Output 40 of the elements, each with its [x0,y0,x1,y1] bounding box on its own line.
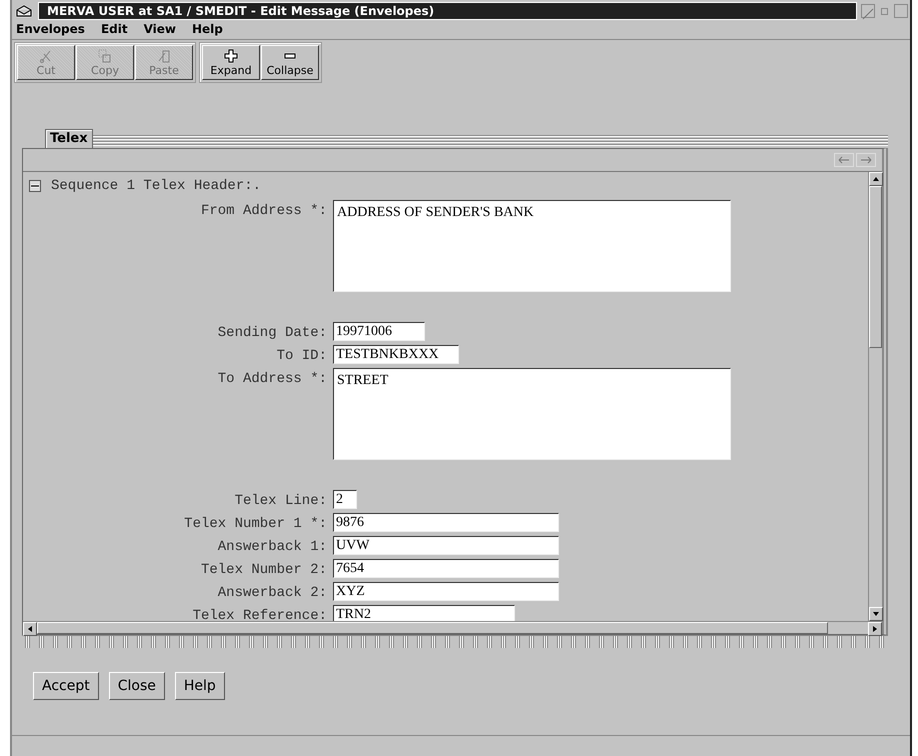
copy-icon [98,48,112,62]
input-field[interactable]: 2 [333,490,357,509]
text-area[interactable]: ADDRESS OF SENDER'S BANK [333,200,731,292]
dialog-button[interactable]: Close [108,672,165,700]
scissors-icon [39,48,53,62]
field-label: Telex Line: [234,492,327,509]
input-field[interactable]: UVW [333,536,559,555]
window-title: MERVA USER at SA1 / SMEDIT - Edit Message (Envelopes) [38,2,857,20]
arrow-right-icon[interactable] [856,153,876,167]
envelope-icon [16,5,32,17]
toolbar-button[interactable]: Collapse [261,45,319,80]
field-label: Answerback 1: [216,538,327,555]
notebook-tab[interactable]: Telex [45,129,93,148]
collapse-toggle[interactable] [29,180,41,192]
field-label: From Address *: [200,202,327,219]
input-field[interactable]: 19971006 [333,322,425,341]
field-label: Telex Number 2: [200,561,327,578]
sequence-title: Sequence 1 Telex Header:. [51,178,262,194]
field-label: To ID: [276,347,327,364]
menu-item[interactable]: Envelopes [16,22,85,36]
menu-item[interactable]: View [144,22,176,36]
input-field[interactable]: 9876 [333,513,559,532]
input-field[interactable]: TESTBNKBXXX [333,345,459,364]
paste-icon [157,48,171,62]
input-field[interactable]: XYZ [333,582,559,601]
field-label: Telex Number 1 *: [183,515,327,532]
arrow-left-icon[interactable] [834,153,854,167]
dialog-button[interactable]: Accept [33,672,99,700]
text-area[interactable]: STREET [333,368,731,460]
menu-item[interactable]: Edit [100,22,128,36]
menu-item[interactable]: Help [192,22,223,36]
field-label: Telex Reference: [192,607,327,621]
toolbar-button[interactable]: Expand [202,45,260,80]
vertical-scrollbar[interactable] [868,172,882,621]
dialog-button[interactable]: Help [174,672,225,700]
field-label: To Address *: [216,370,327,387]
input-field[interactable]: TRN2 [333,605,515,621]
input-field[interactable]: 7654 [333,559,559,578]
field-label: Answerback 2: [216,584,327,601]
field-label: Sending Date: [216,324,327,341]
